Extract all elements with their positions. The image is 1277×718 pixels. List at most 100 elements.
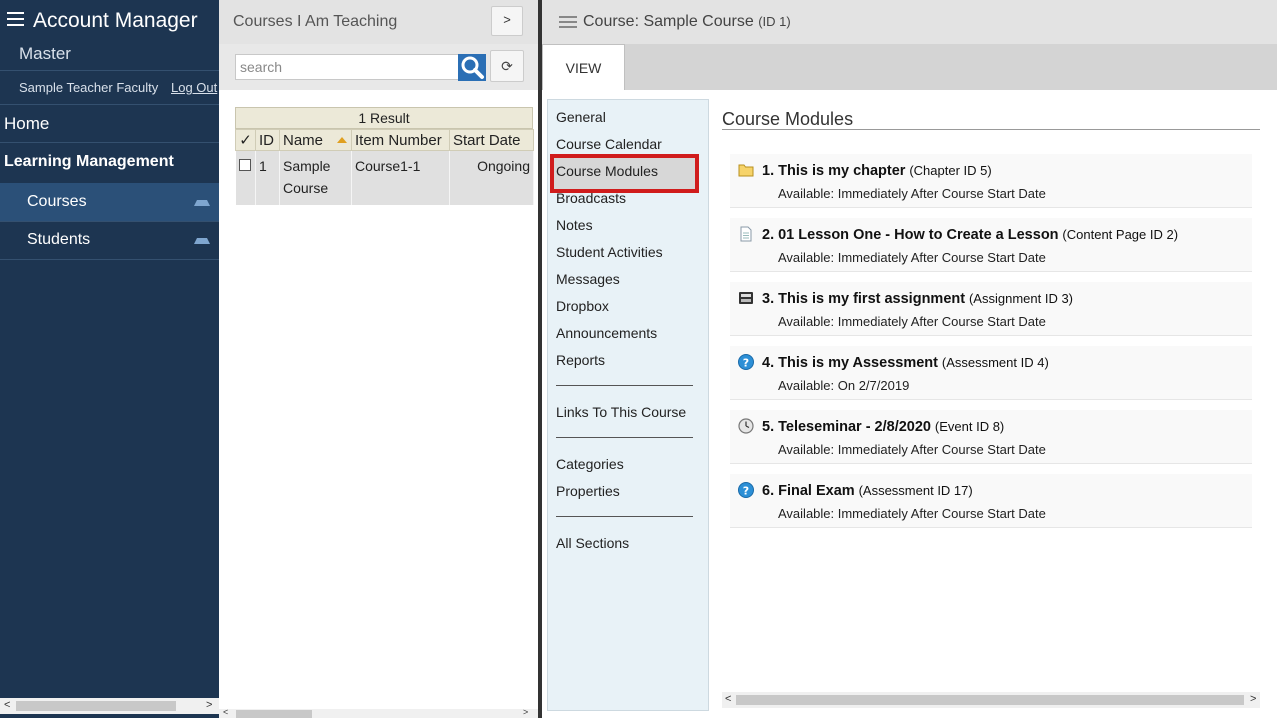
search-icon <box>461 56 484 79</box>
nav-notes[interactable]: Notes <box>556 217 593 233</box>
course-id: (ID 1) <box>758 14 791 29</box>
nav-dropbox[interactable]: Dropbox <box>556 298 609 314</box>
module-name[interactable]: 3. This is my first assignment <box>762 291 965 307</box>
module-item[interactable]: 2. 01 Lesson One - How to Create a Lesso… <box>730 218 1252 272</box>
cell-id: 1 <box>255 150 280 205</box>
module-title[interactable]: 1. This is my chapter (Chapter ID 5) <box>762 162 992 179</box>
module-meta: (Assessment ID 17) <box>858 483 973 498</box>
module-name[interactable]: 2. 01 Lesson One - How to Create a Lesso… <box>762 227 1059 243</box>
course-nav: General Course Calendar Course Modules B… <box>547 99 709 711</box>
table-row[interactable]: 1 Sample Course Course1-1 Ongoing <box>235 150 534 205</box>
scrollbar-thumb[interactable] <box>736 695 1244 705</box>
panel-title: Courses I Am Teaching <box>233 13 398 30</box>
nav-student-activities[interactable]: Student Activities <box>556 244 663 260</box>
scroll-left-icon[interactable]: < <box>223 707 228 717</box>
nav-announcements[interactable]: Announcements <box>556 325 657 341</box>
module-meta: (Assignment ID 3) <box>968 291 1074 306</box>
nav-home[interactable]: Home <box>4 114 49 134</box>
scroll-right-icon[interactable]: > <box>523 707 528 717</box>
nav-all-sections[interactable]: All Sections <box>556 535 629 551</box>
scroll-right-icon[interactable]: > <box>1250 693 1256 705</box>
module-title[interactable]: 5. Teleseminar - 2/8/2020 (Event ID 8) <box>762 418 1004 435</box>
nav-general[interactable]: General <box>556 109 606 125</box>
scroll-left-icon[interactable]: < <box>4 699 10 711</box>
nav-divider <box>556 437 693 438</box>
divider <box>0 70 219 71</box>
module-title[interactable]: 4. This is my Assessment (Assessment ID … <box>762 354 1049 371</box>
nav-messages[interactable]: Messages <box>556 271 620 287</box>
panel-header: Course: Sample Course (ID 1) <box>542 0 1277 44</box>
module-name[interactable]: 4. This is my Assessment <box>762 355 938 371</box>
horizontal-scrollbar[interactable]: < > <box>0 698 219 714</box>
cell-item-number: Course1-1 <box>351 150 450 205</box>
module-item[interactable]: ? 4. This is my Assessment (Assessment I… <box>730 346 1252 400</box>
search-bar: ⟳ <box>219 44 538 90</box>
scrollbar-thumb[interactable] <box>16 701 176 711</box>
page-icon <box>740 226 752 242</box>
module-item[interactable]: 1. This is my chapter (Chapter ID 5) Ava… <box>730 154 1252 208</box>
result-count: 1 Result <box>235 107 533 129</box>
menu-icon[interactable] <box>559 16 577 29</box>
divider <box>0 142 219 143</box>
tab-view[interactable]: VIEW <box>542 44 625 90</box>
courses-table: ✓ ID Name Item Number Start Date 1 Sampl… <box>235 129 534 205</box>
module-item[interactable]: 3. This is my first assignment (Assignme… <box>730 282 1252 336</box>
refresh-button[interactable]: ⟳ <box>490 50 524 82</box>
search-input[interactable] <box>235 54 459 80</box>
app-title: Account Manager <box>33 9 198 32</box>
module-item[interactable]: 5. Teleseminar - 2/8/2020 (Event ID 8) A… <box>730 410 1252 464</box>
nav-categories[interactable]: Categories <box>556 456 624 472</box>
module-availability: Available: Immediately After Course Star… <box>778 506 1046 521</box>
column-header-start-date[interactable]: Start Date <box>449 129 534 151</box>
nav-reports[interactable]: Reports <box>556 352 605 368</box>
module-name[interactable]: 1. This is my chapter <box>762 163 905 179</box>
refresh-icon: ⟳ <box>501 58 513 74</box>
question-icon: ? <box>738 354 754 370</box>
module-availability: Available: Immediately After Course Star… <box>778 186 1046 201</box>
nav-courses-label: Courses <box>27 193 87 210</box>
module-meta: (Content Page ID 2) <box>1062 227 1179 242</box>
scroll-right-icon[interactable]: > <box>206 699 212 711</box>
module-item[interactable]: ? 6. Final Exam (Assessment ID 17) Avail… <box>730 474 1252 528</box>
question-icon: ? <box>738 482 754 498</box>
scrollbar-thumb[interactable] <box>236 710 312 718</box>
module-name[interactable]: 6. Final Exam <box>762 483 855 499</box>
column-header-name[interactable]: Name <box>279 129 352 151</box>
module-title[interactable]: 6. Final Exam (Assessment ID 17) <box>762 482 973 499</box>
nav-courses[interactable]: Courses <box>0 183 219 221</box>
menu-icon[interactable] <box>7 12 24 26</box>
course-detail-panel: Course: Sample Course (ID 1) VIEW Genera… <box>542 0 1277 718</box>
column-header-item-number[interactable]: Item Number <box>351 129 450 151</box>
assignment-icon <box>739 292 753 304</box>
panel-header: Courses I Am Teaching > <box>219 0 538 44</box>
module-name[interactable]: 5. Teleseminar - 2/8/2020 <box>762 419 931 435</box>
user-name: Sample Teacher Faculty <box>19 80 159 95</box>
nav-course-calendar[interactable]: Course Calendar <box>556 136 662 152</box>
nav-learning-management[interactable]: Learning Management <box>4 153 174 171</box>
cell-start-date: Ongoing <box>449 150 534 205</box>
horizontal-scrollbar[interactable]: < > <box>219 707 538 718</box>
folder-icon <box>738 164 754 177</box>
logout-link[interactable]: Log Out <box>171 80 217 95</box>
row-checkbox[interactable] <box>239 159 252 171</box>
module-title[interactable]: 3. This is my first assignment (Assignme… <box>762 290 1073 307</box>
nav-students[interactable]: Students <box>0 221 219 259</box>
expand-button[interactable]: > <box>491 6 523 36</box>
scroll-left-icon[interactable]: < <box>725 693 731 705</box>
module-availability: Available: Immediately After Course Star… <box>778 314 1046 329</box>
divider <box>0 104 219 105</box>
content-title: Course Modules <box>722 109 854 129</box>
search-button[interactable] <box>458 54 486 81</box>
column-header-id[interactable]: ID <box>255 129 280 151</box>
column-header-select[interactable]: ✓ <box>235 129 256 151</box>
row-select-cell[interactable] <box>235 150 256 205</box>
nav-links-to-course[interactable]: Links To This Course <box>556 404 686 420</box>
nav-properties[interactable]: Properties <box>556 483 620 499</box>
module-title[interactable]: 2. 01 Lesson One - How to Create a Lesso… <box>762 226 1178 243</box>
tray-icon[interactable] <box>194 238 210 244</box>
nav-divider <box>556 385 693 386</box>
module-meta: (Assessment ID 4) <box>941 355 1049 370</box>
horizontal-scrollbar[interactable]: < > <box>722 692 1260 708</box>
tray-icon[interactable] <box>194 200 210 206</box>
module-meta: (Event ID 8) <box>934 419 1005 434</box>
